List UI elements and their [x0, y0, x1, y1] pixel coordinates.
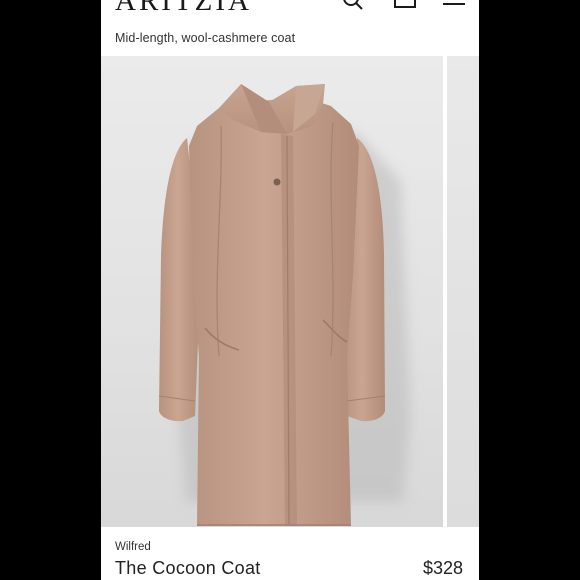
search-icon[interactable]: [341, 0, 365, 12]
shopping-bag-icon[interactable]: [393, 0, 417, 12]
product-tagline: Mid-length, wool-cashmere coat: [115, 31, 296, 45]
product-card: ARITZIA Mid-length, wool-cashmere coat W…: [101, 0, 479, 580]
image-carousel[interactable]: [101, 56, 479, 527]
next-product-image[interactable]: [447, 56, 479, 527]
product-image[interactable]: [101, 56, 443, 527]
menu-icon[interactable]: [441, 0, 467, 12]
site-header: ARITZIA: [101, 0, 479, 22]
product-tagline-bar: Mid-length, wool-cashmere coat: [101, 22, 479, 55]
product-price: $328: [422, 558, 463, 578]
brand-logo[interactable]: ARITZIA: [115, 0, 252, 16]
product-brand[interactable]: Wilfred: [115, 541, 151, 553]
product-name[interactable]: The Cocoon Coat: [115, 558, 261, 579]
product-info: Wilfred The Cocoon Coat $328: [101, 527, 479, 580]
coat-illustration: [158, 84, 411, 526]
